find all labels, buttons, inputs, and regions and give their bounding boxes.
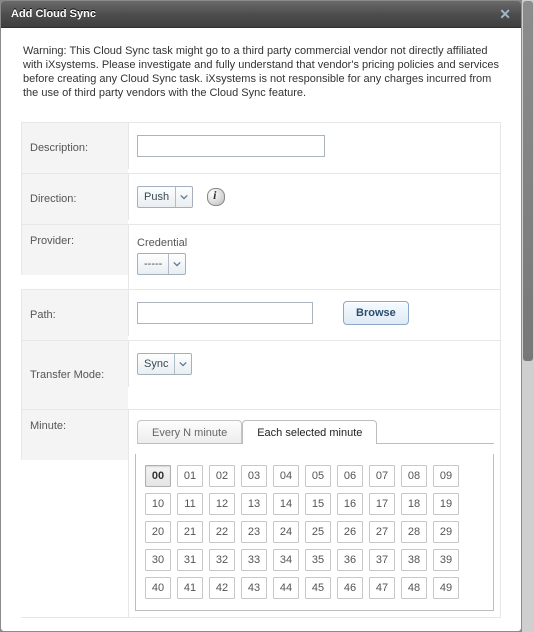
scroll-thumb[interactable] — [523, 1, 533, 361]
form: Description: Direction: Push Provider: — [21, 122, 501, 618]
minute-cell-40[interactable]: 40 — [145, 577, 171, 599]
chevron-down-icon — [174, 354, 191, 374]
minute-cell-48[interactable]: 48 — [401, 577, 427, 599]
label-transfer-mode: Transfer Mode: — [21, 340, 128, 409]
minute-tabs: Every N minute Each selected minute — [137, 416, 494, 444]
label-direction: Direction: — [21, 173, 128, 224]
label-minute: Minute: — [21, 409, 128, 460]
minute-cell-18[interactable]: 18 — [401, 493, 427, 515]
minute-cell-16[interactable]: 16 — [337, 493, 363, 515]
minute-cell-08[interactable]: 08 — [401, 465, 427, 487]
minute-cell-02[interactable]: 02 — [209, 465, 235, 487]
transfer-mode-select[interactable]: Sync — [137, 353, 192, 375]
transfer-mode-value: Sync — [138, 358, 174, 370]
minute-cell-06[interactable]: 06 — [337, 465, 363, 487]
minute-cell-45[interactable]: 45 — [305, 577, 331, 599]
minute-cell-29[interactable]: 29 — [433, 521, 459, 543]
label-description: Description: — [21, 122, 128, 173]
dialog-title: Add Cloud Sync — [11, 8, 96, 20]
minute-cell-37[interactable]: 37 — [369, 549, 395, 571]
minute-cell-44[interactable]: 44 — [273, 577, 299, 599]
label-provider: Provider: — [21, 224, 128, 275]
minute-cell-11[interactable]: 11 — [177, 493, 203, 515]
minute-cell-36[interactable]: 36 — [337, 549, 363, 571]
chevron-down-icon — [168, 254, 185, 274]
minute-cell-05[interactable]: 05 — [305, 465, 331, 487]
minute-cell-25[interactable]: 25 — [305, 521, 331, 543]
minute-cell-41[interactable]: 41 — [177, 577, 203, 599]
minute-cell-47[interactable]: 47 — [369, 577, 395, 599]
minute-cell-34[interactable]: 34 — [273, 549, 299, 571]
minute-cell-09[interactable]: 09 — [433, 465, 459, 487]
chevron-down-icon — [175, 187, 192, 207]
minute-cell-43[interactable]: 43 — [241, 577, 267, 599]
minute-cell-23[interactable]: 23 — [241, 521, 267, 543]
minute-cell-07[interactable]: 07 — [369, 465, 395, 487]
minute-cell-14[interactable]: 14 — [273, 493, 299, 515]
minute-cell-26[interactable]: 26 — [337, 521, 363, 543]
close-icon[interactable]: ✕ — [499, 6, 511, 23]
info-icon[interactable] — [207, 188, 225, 206]
minute-cell-24[interactable]: 24 — [273, 521, 299, 543]
minute-cell-30[interactable]: 30 — [145, 549, 171, 571]
label-path: Path: — [21, 289, 128, 340]
direction-select[interactable]: Push — [137, 186, 193, 208]
direction-value: Push — [138, 191, 175, 203]
minute-panel: 00 01 02 03 04 05 06 07 08 09 10 11 12 13 14 15 16 17 18 19… — [135, 454, 494, 611]
minute-cell-17[interactable]: 17 — [369, 493, 395, 515]
minute-cell-35[interactable]: 35 — [305, 549, 331, 571]
dialog-window: Add Cloud Sync ✕ Warning: This Cloud Syn… — [0, 0, 522, 632]
description-input[interactable] — [137, 135, 325, 157]
minute-cell-13[interactable]: 13 — [241, 493, 267, 515]
warning-text: Warning: This Cloud Sync task might go t… — [23, 44, 499, 100]
minute-cell-22[interactable]: 22 — [209, 521, 235, 543]
browse-button[interactable]: Browse — [343, 301, 409, 325]
minute-cell-03[interactable]: 03 — [241, 465, 267, 487]
minute-cell-49[interactable]: 49 — [433, 577, 459, 599]
minute-cell-38[interactable]: 38 — [401, 549, 427, 571]
minute-cell-42[interactable]: 42 — [209, 577, 235, 599]
minute-cell-00[interactable]: 00 — [145, 465, 171, 487]
titlebar: Add Cloud Sync ✕ — [1, 1, 521, 28]
tab-every-n-minute[interactable]: Every N minute — [137, 420, 242, 444]
credential-value: ----- — [138, 258, 168, 270]
minute-cell-10[interactable]: 10 — [145, 493, 171, 515]
minute-cell-33[interactable]: 33 — [241, 549, 267, 571]
minute-cell-32[interactable]: 32 — [209, 549, 235, 571]
minute-cell-20[interactable]: 20 — [145, 521, 171, 543]
minute-cell-27[interactable]: 27 — [369, 521, 395, 543]
minute-cell-39[interactable]: 39 — [433, 549, 459, 571]
credential-select[interactable]: ----- — [137, 253, 186, 275]
minute-cell-19[interactable]: 19 — [433, 493, 459, 515]
minute-grid: 00 01 02 03 04 05 06 07 08 09 10 11 12 13 14 15 16 17 18 19… — [142, 462, 487, 602]
minute-cell-21[interactable]: 21 — [177, 521, 203, 543]
page-scrollbar[interactable] — [522, 0, 534, 632]
minute-cell-28[interactable]: 28 — [401, 521, 427, 543]
minute-cell-31[interactable]: 31 — [177, 549, 203, 571]
minute-cell-15[interactable]: 15 — [305, 493, 331, 515]
tab-each-selected-minute[interactable]: Each selected minute — [242, 420, 377, 444]
minute-cell-01[interactable]: 01 — [177, 465, 203, 487]
path-input[interactable] — [137, 302, 313, 324]
minute-cell-46[interactable]: 46 — [337, 577, 363, 599]
label-credential: Credential — [137, 237, 187, 249]
minute-cell-12[interactable]: 12 — [209, 493, 235, 515]
minute-cell-04[interactable]: 04 — [273, 465, 299, 487]
